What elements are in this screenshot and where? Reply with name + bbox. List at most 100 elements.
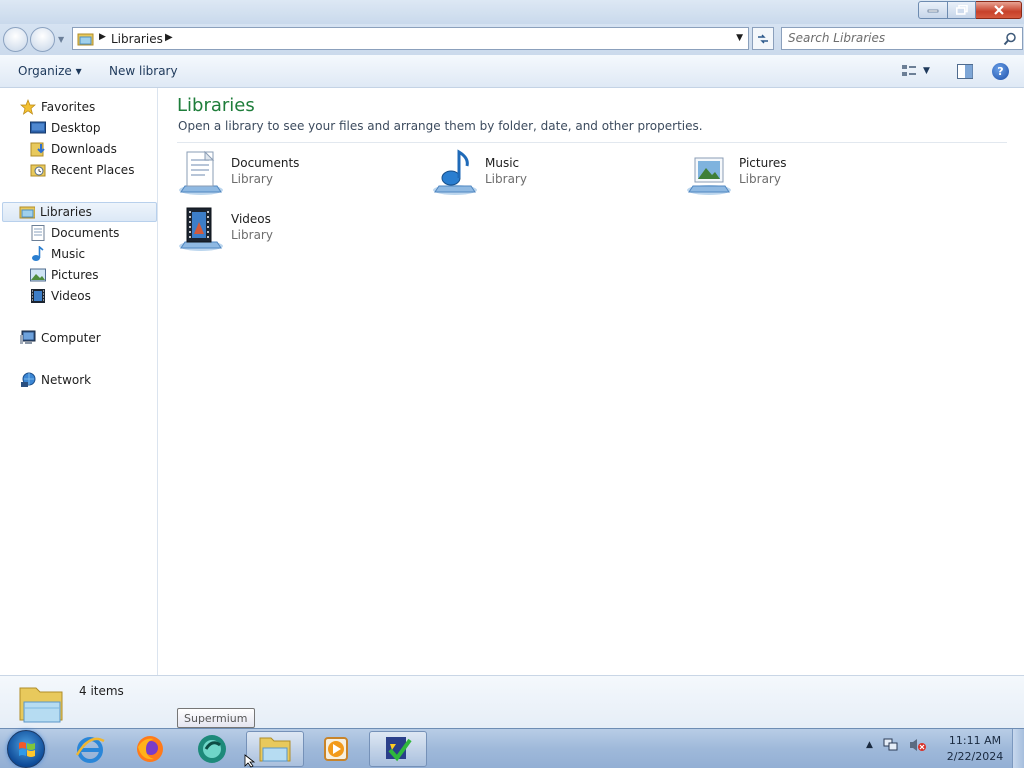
forward-button[interactable] <box>30 27 55 52</box>
library-item-music[interactable]: Music Library <box>431 148 671 200</box>
library-item-pictures[interactable]: Pictures Library <box>685 148 925 200</box>
supermium-icon <box>198 735 226 763</box>
restore-button[interactable] <box>948 1 976 19</box>
views-dropdown-icon: ▼ <box>923 66 930 76</box>
views-icon <box>902 65 916 76</box>
start-button[interactable] <box>7 730 45 768</box>
nav-item-label: Recent Places <box>51 163 135 177</box>
address-row: ▼ ▶ Libraries ▶ ▼ <box>0 24 1024 55</box>
nav-network[interactable]: Network <box>20 370 91 390</box>
taskbar-supermium[interactable] <box>183 731 241 767</box>
internet-explorer-icon <box>75 737 105 763</box>
change-view-button[interactable]: ▼ <box>901 63 930 79</box>
nav-item-desktop[interactable]: Desktop <box>30 118 101 138</box>
refresh-button[interactable] <box>752 27 774 50</box>
videos-library-icon <box>179 207 223 251</box>
page-subtitle: Open a library to see your files and arr… <box>178 119 703 133</box>
nav-item-label: Videos <box>51 289 91 303</box>
refresh-icon <box>758 34 768 43</box>
windows-explorer-icon <box>259 737 291 762</box>
library-name: Music <box>485 156 520 170</box>
nav-item-recent-places[interactable]: Recent Places <box>30 160 134 180</box>
checklist-app-icon <box>386 737 412 762</box>
firefox-icon <box>137 736 163 762</box>
nav-item-documents[interactable]: Documents <box>30 223 119 243</box>
library-name: Pictures <box>739 156 787 170</box>
breadcrumb-arrow-icon[interactable]: ▶ <box>165 32 173 43</box>
back-button[interactable] <box>3 27 28 52</box>
page-title: Libraries <box>177 95 255 116</box>
mouse-cursor-icon <box>244 754 256 768</box>
computer-icon <box>20 330 36 346</box>
libraries-large-icon <box>19 687 63 723</box>
item-count: 4 items <box>79 684 124 698</box>
help-icon[interactable]: ? <box>992 63 1009 80</box>
nav-item-label: Pictures <box>51 268 99 282</box>
libraries-icon <box>19 204 35 220</box>
breadcrumb-libraries[interactable]: Libraries <box>111 32 163 46</box>
desktop-icon <box>30 120 46 136</box>
taskbar-task-app[interactable] <box>369 731 427 767</box>
system-tray: ▲ <box>866 737 927 753</box>
library-type: Library <box>739 172 781 186</box>
search-icon[interactable] <box>1003 32 1017 46</box>
search-input[interactable] <box>788 31 998 45</box>
search-box[interactable] <box>781 27 1023 50</box>
library-type: Library <box>485 172 527 186</box>
pictures-icon <box>30 267 46 283</box>
close-icon <box>993 5 1004 15</box>
nav-item-downloads[interactable]: Downloads <box>30 139 117 159</box>
show-hidden-icons-icon[interactable]: ▲ <box>866 740 873 750</box>
navigation-pane: Favorites Desktop Downloads Recent Place… <box>0 88 158 675</box>
recent-pages-dropdown-icon[interactable]: ▼ <box>58 35 64 44</box>
taskbar-firefox[interactable] <box>121 731 179 767</box>
details-pane: 4 items <box>0 675 1024 728</box>
window-controls <box>918 1 1022 19</box>
address-dropdown-icon[interactable]: ▼ <box>736 33 743 43</box>
star-icon <box>20 99 36 115</box>
taskbar-internet-explorer[interactable] <box>61 731 119 767</box>
nav-libraries[interactable]: Libraries <box>2 202 157 222</box>
pictures-library-icon <box>687 157 731 195</box>
music-icon <box>30 246 46 262</box>
nav-item-label: Downloads <box>51 142 117 156</box>
network-status-icon[interactable] <box>883 737 899 753</box>
title-bar <box>0 0 1024 24</box>
clock-time: 11:11 AM <box>948 734 1002 747</box>
divider <box>177 142 1007 143</box>
nav-item-music[interactable]: Music <box>30 244 85 264</box>
content-area: Libraries Open a library to see your fil… <box>159 88 1024 675</box>
volume-muted-icon[interactable] <box>909 737 927 753</box>
library-type: Library <box>231 228 273 242</box>
library-type: Library <box>231 172 273 186</box>
command-bar: Organize ▾ New library ▼ ? <box>0 55 1024 88</box>
taskbar-tooltip: Supermium <box>177 708 255 728</box>
documents-library-icon <box>179 150 223 195</box>
nav-favorites-label: Favorites <box>41 100 96 114</box>
windows-logo-icon <box>19 742 35 757</box>
breadcrumb-root-arrow-icon[interactable]: ▶ <box>99 32 106 42</box>
nav-libraries-label: Libraries <box>40 205 92 219</box>
library-name: Documents <box>231 156 300 170</box>
minimize-button[interactable] <box>918 1 948 19</box>
nav-item-videos[interactable]: Videos <box>30 286 91 306</box>
show-desktop-button[interactable] <box>1012 729 1024 768</box>
nav-item-pictures[interactable]: Pictures <box>30 265 99 285</box>
new-library-button[interactable]: New library <box>109 64 178 78</box>
nav-computer[interactable]: Computer <box>20 328 101 348</box>
library-item-videos[interactable]: Videos Library <box>177 204 417 256</box>
taskbar-media-player[interactable] <box>307 731 365 767</box>
minimize-icon <box>927 9 939 13</box>
nav-favorites[interactable]: Favorites <box>20 97 95 117</box>
nav-item-label: Documents <box>51 226 120 240</box>
organize-button[interactable]: Organize ▾ <box>18 64 82 78</box>
system-clock[interactable]: 11:11 AM 2/22/2024 <box>940 733 1010 765</box>
address-bar[interactable]: ▶ Libraries ▶ ▼ <box>72 27 749 50</box>
libraries-folder-icon <box>77 31 95 50</box>
network-icon <box>20 372 36 388</box>
library-item-documents[interactable]: Documents Library <box>177 148 417 200</box>
close-button[interactable] <box>976 1 1022 19</box>
media-player-icon <box>324 737 348 761</box>
preview-pane-icon[interactable] <box>957 64 973 79</box>
nav-item-label: Music <box>51 247 86 261</box>
